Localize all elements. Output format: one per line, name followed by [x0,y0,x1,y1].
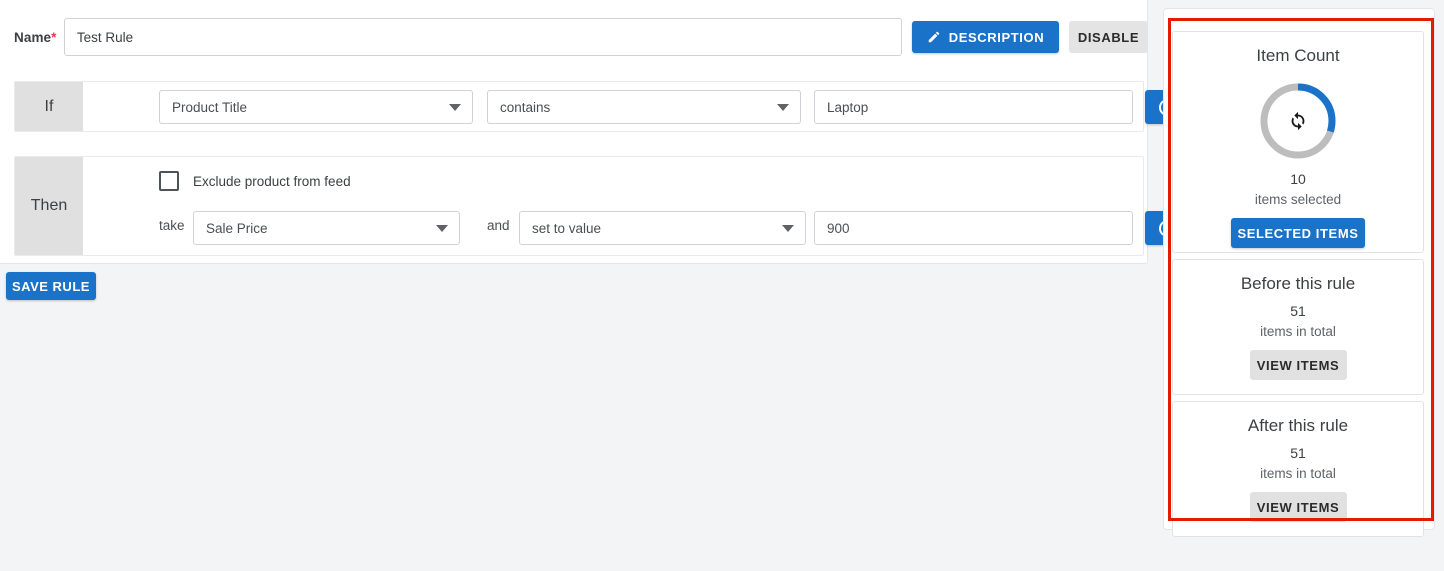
description-button-label: DESCRIPTION [948,29,1045,45]
exclude-product-checkbox[interactable] [159,171,179,191]
exclude-product-row: Exclude product from feed [159,171,351,191]
then-operation-select[interactable]: set to value [519,211,806,245]
required-marker: * [51,29,57,45]
rule-name-input[interactable] [63,18,902,56]
then-field-select[interactable]: Sale Price [193,211,460,245]
after-rule-title: After this rule [1247,416,1349,435]
before-rule-subtitle: items in total [1260,324,1336,339]
if-label: If [15,82,83,131]
item-count-donut [1257,80,1339,162]
save-rule-button[interactable]: SAVE RULE [6,272,96,300]
chevron-down-icon [777,104,789,111]
before-rule-view-items-label: VIEW ITEMS [1256,357,1340,373]
after-rule-card: After this rule 51 items in total VIEW I… [1172,401,1424,537]
then-label: Then [15,157,83,255]
after-rule-count: 51 [1290,445,1306,461]
chevron-down-icon [436,225,448,232]
pencil-icon [928,31,940,43]
then-label-text: Then [30,197,68,214]
if-operator-select[interactable]: contains [487,90,801,124]
before-rule-count: 51 [1290,303,1306,319]
after-rule-view-items-button[interactable]: VIEW ITEMS [1249,492,1347,522]
disable-button-label: DISABLE [1077,29,1140,45]
item-count-card: Item Count 10 items selected SELECTED IT… [1172,31,1424,253]
exclude-product-label: Exclude product from feed [193,173,351,189]
selected-items-label: SELECTED ITEMS [1237,225,1359,241]
then-value-input[interactable] [814,211,1133,245]
stats-panel: Item Count 10 items selected SELECTED IT… [1163,8,1435,537]
then-action-block: Then Exclude product from feed take Sale… [14,156,1207,256]
selected-items-button[interactable]: SELECTED ITEMS [1231,218,1365,248]
page-root: Name* DESCRIPTION DISABLE If Product Tit… [0,0,1444,571]
if-label-text: If [44,97,54,115]
if-block-body: Product Title contains [83,82,1207,131]
take-label: take [159,218,185,233]
name-row: Name* DESCRIPTION DISABLE [0,18,1148,56]
rule-editor-card: Name* DESCRIPTION DISABLE If Product Tit… [0,0,1207,264]
before-rule-view-items-button[interactable]: VIEW ITEMS [1249,350,1347,380]
then-operation-value: set to value [532,220,602,236]
if-value-input[interactable] [814,90,1133,124]
chevron-down-icon [782,225,794,232]
then-field-value: Sale Price [206,220,268,236]
after-rule-view-items-label: VIEW ITEMS [1256,499,1340,515]
and-label: and [487,218,510,233]
item-count-title: Item Count [1256,46,1340,65]
if-attribute-value: Product Title [172,99,248,115]
after-rule-subtitle: items in total [1260,466,1336,481]
name-label: Name* [0,30,64,45]
if-operator-value: contains [500,99,551,115]
item-count-subtitle: items selected [1254,192,1342,207]
before-rule-card: Before this rule 51 items in total VIEW … [1172,259,1424,395]
refresh-sync-icon [1257,80,1339,162]
then-block-body: Exclude product from feed take Sale Pric… [83,157,1207,255]
if-condition-block: If Product Title contains [14,81,1207,132]
if-attribute-select[interactable]: Product Title [159,90,473,124]
disable-button[interactable]: DISABLE [1069,21,1148,53]
description-button[interactable]: DESCRIPTION [912,21,1059,53]
before-rule-title: Before this rule [1240,274,1356,293]
name-label-text: Name [14,29,52,45]
item-count-value: 10 [1290,171,1306,187]
save-rule-label: SAVE RULE [12,278,90,294]
chevron-down-icon [449,104,461,111]
